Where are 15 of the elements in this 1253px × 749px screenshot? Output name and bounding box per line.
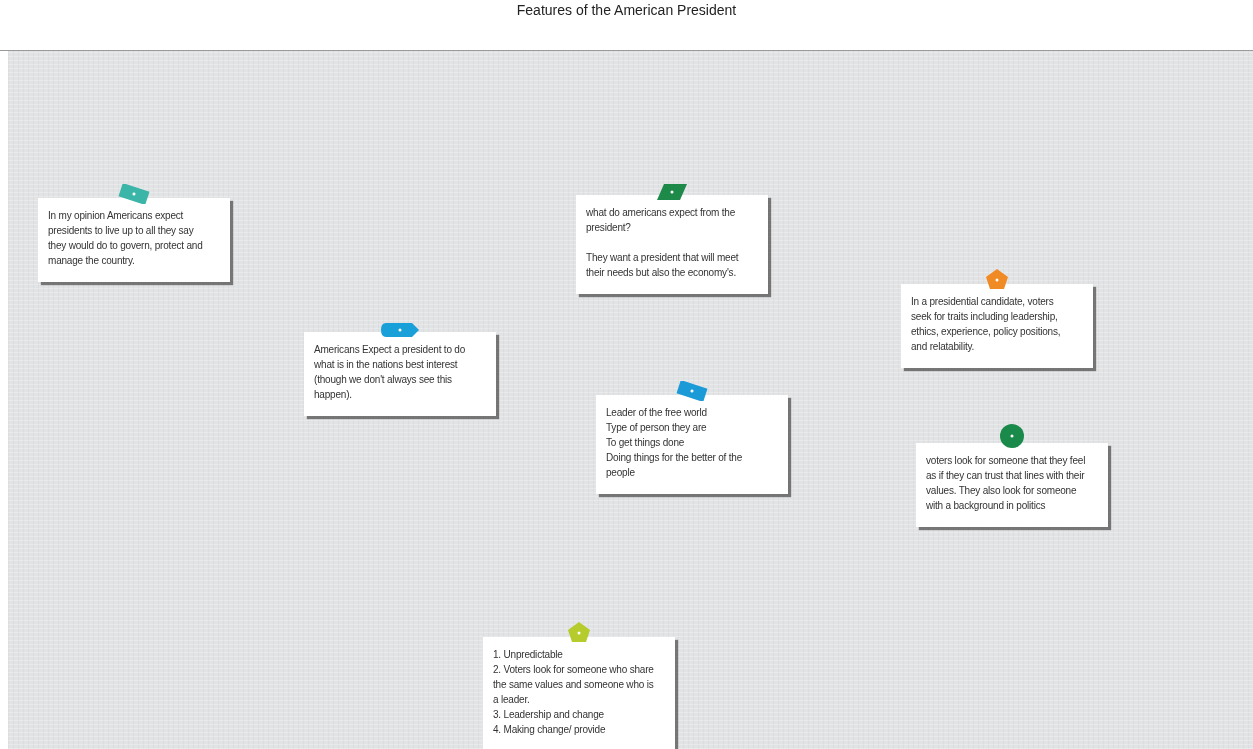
sticky-note[interactable]: 1. Unpredictable 2. Voters look for someone who share the same values and someone who is a leader. 3. Leadership and change 4. Making change/ provide xyxy=(483,637,675,749)
sticky-note[interactable]: Leader of the free world Type of person they are To get things done Doing things for the better of the people xyxy=(596,395,788,494)
note-text: 1. Unpredictable 2. Voters look for someone who share the same values and someone who is a leader. 3. Leadership and change 4. Making change/ provide xyxy=(493,648,655,737)
sticky-note[interactable]: In a presidential candidate, voters seek for traits including leadership, ethics, experience, policy positions, and relatability. xyxy=(901,284,1093,368)
note-text: Americans Expect a president to do what is in the nations best interest (though we don't always see this happen). xyxy=(314,343,467,402)
sticky-note[interactable]: voters look for someone that they feel as if they can trust that lines with their values. They also look for someone with a background in politics xyxy=(916,443,1108,527)
note-text: In my opinion Americans expect presidents to live up to all they say they would do to govern, protect and manage the country. xyxy=(48,209,204,268)
note-text: In a presidential candidate, voters seek for traits including leadership, ethics, experience, policy positions, and relatability. xyxy=(911,295,1062,354)
note-text: voters look for someone that they feel as if they can trust that lines with their values. They also look for someone with a background in politics xyxy=(926,454,1087,513)
page-title: Features of the American President xyxy=(516,1,737,19)
sticky-note[interactable]: In my opinion Americans expect presidents to live up to all they say they would do to govern, protect and manage the country. xyxy=(38,198,230,282)
note-text: what do americans expect from the president? They want a president that will meet their needs but also the economy's. xyxy=(586,206,740,280)
sticky-note[interactable]: Americans Expect a president to do what is in the nations best interest (though we don't always see this happen). xyxy=(304,332,496,416)
sticky-note[interactable]: what do americans expect from the president? They want a president that will meet their needs but also the economy's. xyxy=(576,195,768,294)
note-text: Leader of the free world Type of person they are To get things done Doing things for the better of the people xyxy=(606,406,744,480)
